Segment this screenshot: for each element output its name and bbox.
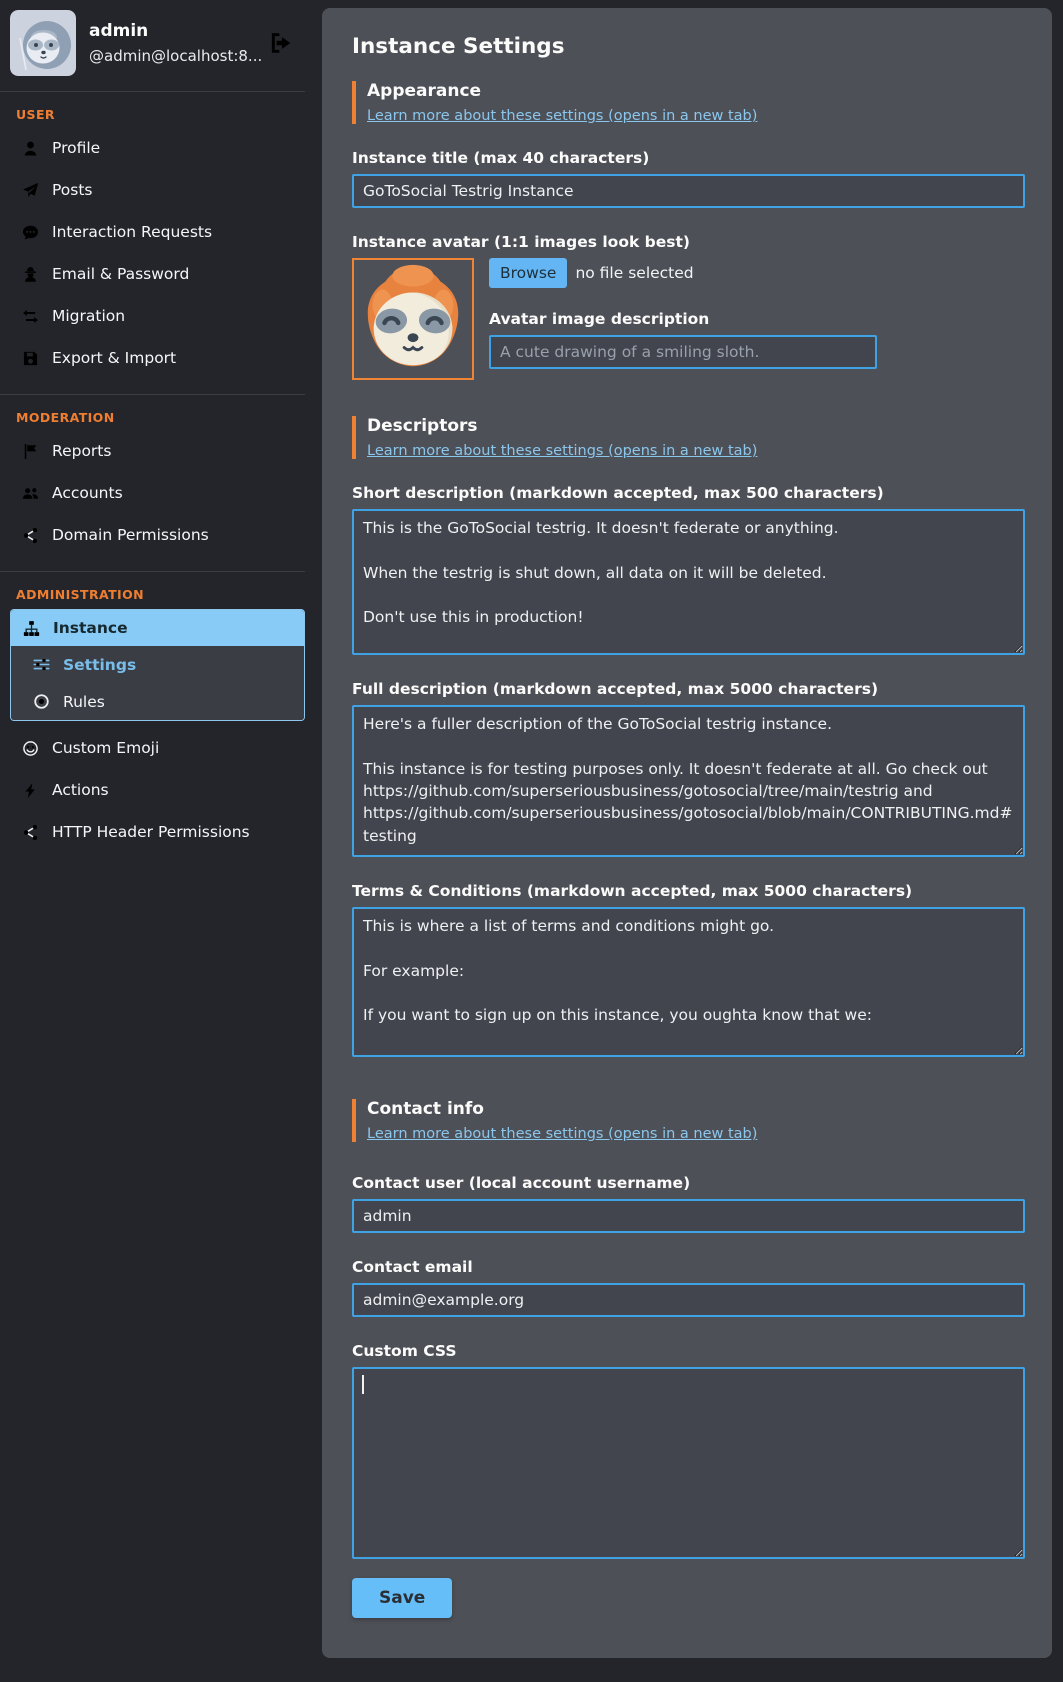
avatar-description-label: Avatar image description	[489, 310, 877, 328]
contact-user-label: Contact user (local account username)	[352, 1174, 1025, 1192]
section-label-moderation: MODERATION	[0, 395, 305, 430]
share-nodes-icon	[22, 527, 39, 544]
sidebar-item-instance-settings[interactable]: Settings	[11, 646, 304, 683]
instance-title-field: Instance title (max 40 characters)	[352, 149, 1025, 208]
terms-textarea[interactable]	[352, 907, 1025, 1057]
users-icon	[22, 485, 39, 502]
contact-learn-more-link[interactable]: Learn more about these settings (opens i…	[367, 1126, 757, 1142]
sidebar-item-custom-emoji[interactable]: Custom Emoji	[0, 727, 305, 769]
contact-email-field: Contact email	[352, 1258, 1025, 1317]
flag-icon	[22, 443, 39, 460]
sloth-avatar-image	[10, 10, 76, 76]
sign-out-icon[interactable]	[267, 30, 293, 56]
sidebar-item-domain-permissions[interactable]: Domain Permissions	[0, 514, 305, 556]
sliders-icon	[33, 656, 50, 673]
sidebar: admin @admin@localhost:8... USER Profile…	[0, 0, 305, 853]
user-handle: @admin@localhost:8...	[89, 47, 261, 65]
full-description-label: Full description (markdown accepted, max…	[352, 680, 1025, 698]
full-description-textarea[interactable]	[352, 705, 1025, 857]
comment-dots-icon	[22, 224, 39, 241]
avatar-description-input[interactable]	[489, 335, 877, 369]
section-label-user: USER	[0, 92, 305, 127]
custom-css-label: Custom CSS	[352, 1342, 1025, 1360]
terms-field: Terms & Conditions (markdown accepted, m…	[352, 882, 1025, 1057]
circle-dot-icon	[33, 693, 50, 710]
user-name: admin	[89, 21, 261, 41]
sidebar-item-instance-rules[interactable]: Rules	[11, 683, 304, 720]
smiley-icon	[22, 740, 39, 757]
paper-plane-icon	[22, 182, 39, 199]
sidebar-item-reports[interactable]: Reports	[0, 430, 305, 472]
appearance-heading: Appearance	[367, 81, 1025, 101]
instance-avatar-field: Instance avatar (1:1 images look best)	[352, 233, 1025, 380]
short-description-label: Short description (markdown accepted, ma…	[352, 484, 1025, 502]
instance-title-label: Instance title (max 40 characters)	[352, 149, 1025, 167]
save-button[interactable]: Save	[352, 1578, 452, 1618]
sidebar-item-migration[interactable]: Migration	[0, 295, 305, 337]
sidebar-item-http-header-permissions[interactable]: HTTP Header Permissions	[0, 811, 305, 853]
contact-user-field: Contact user (local account username)	[352, 1174, 1025, 1233]
appearance-section-header: Appearance Learn more about these settin…	[352, 81, 1025, 124]
short-description-field: Short description (markdown accepted, ma…	[352, 484, 1025, 655]
instance-submenu: Settings Rules	[11, 646, 304, 720]
sloth-mascot-image	[354, 260, 472, 378]
custom-css-field: Custom CSS	[352, 1342, 1025, 1559]
descriptors-heading: Descriptors	[367, 416, 1025, 436]
user-icon	[22, 140, 39, 157]
sidebar-item-email-password[interactable]: Email & Password	[0, 253, 305, 295]
sidebar-item-accounts[interactable]: Accounts	[0, 472, 305, 514]
descriptors-learn-more-link[interactable]: Learn more about these settings (opens i…	[367, 443, 757, 459]
text-cursor	[362, 1375, 364, 1394]
instance-settings-panel: Instance Settings Appearance Learn more …	[322, 8, 1052, 1658]
instance-avatar-preview	[352, 258, 474, 380]
sidebar-item-instance[interactable]: Instance	[11, 610, 304, 646]
sidebar-item-posts[interactable]: Posts	[0, 169, 305, 211]
contact-email-label: Contact email	[352, 1258, 1025, 1276]
sidebar-item-export-import[interactable]: Export & Import	[0, 337, 305, 379]
bolt-icon	[22, 782, 39, 799]
share-nodes-icon	[22, 824, 39, 841]
descriptors-section-header: Descriptors Learn more about these setti…	[352, 416, 1025, 459]
user-card[interactable]: admin @admin@localhost:8...	[0, 10, 305, 76]
floppy-disk-icon	[22, 350, 39, 367]
appearance-learn-more-link[interactable]: Learn more about these settings (opens i…	[367, 108, 757, 124]
user-meta: admin @admin@localhost:8...	[89, 21, 261, 65]
instance-menu-block: Instance Settings Rules	[10, 609, 305, 721]
sidebar-item-profile[interactable]: Profile	[0, 127, 305, 169]
page-title: Instance Settings	[352, 34, 1025, 59]
instance-avatar-label: Instance avatar (1:1 images look best)	[352, 233, 1025, 251]
terms-label: Terms & Conditions (markdown accepted, m…	[352, 882, 1025, 900]
user-avatar	[10, 10, 76, 76]
contact-email-input[interactable]	[352, 1283, 1025, 1317]
sitemap-icon	[23, 620, 40, 637]
custom-css-textarea[interactable]	[352, 1367, 1025, 1559]
instance-title-input[interactable]	[352, 174, 1025, 208]
sidebar-item-interaction-requests[interactable]: Interaction Requests	[0, 211, 305, 253]
file-status-text: no file selected	[575, 264, 693, 282]
arrows-left-right-icon	[22, 308, 39, 325]
browse-button[interactable]: Browse	[489, 258, 567, 288]
contact-info-section-header: Contact info Learn more about these sett…	[352, 1099, 1025, 1142]
contact-user-input[interactable]	[352, 1199, 1025, 1233]
sidebar-item-actions[interactable]: Actions	[0, 769, 305, 811]
contact-info-heading: Contact info	[367, 1099, 1025, 1119]
section-label-administration: ADMINISTRATION	[0, 572, 305, 607]
full-description-field: Full description (markdown accepted, max…	[352, 680, 1025, 857]
user-secret-icon	[22, 266, 39, 283]
short-description-textarea[interactable]	[352, 509, 1025, 655]
